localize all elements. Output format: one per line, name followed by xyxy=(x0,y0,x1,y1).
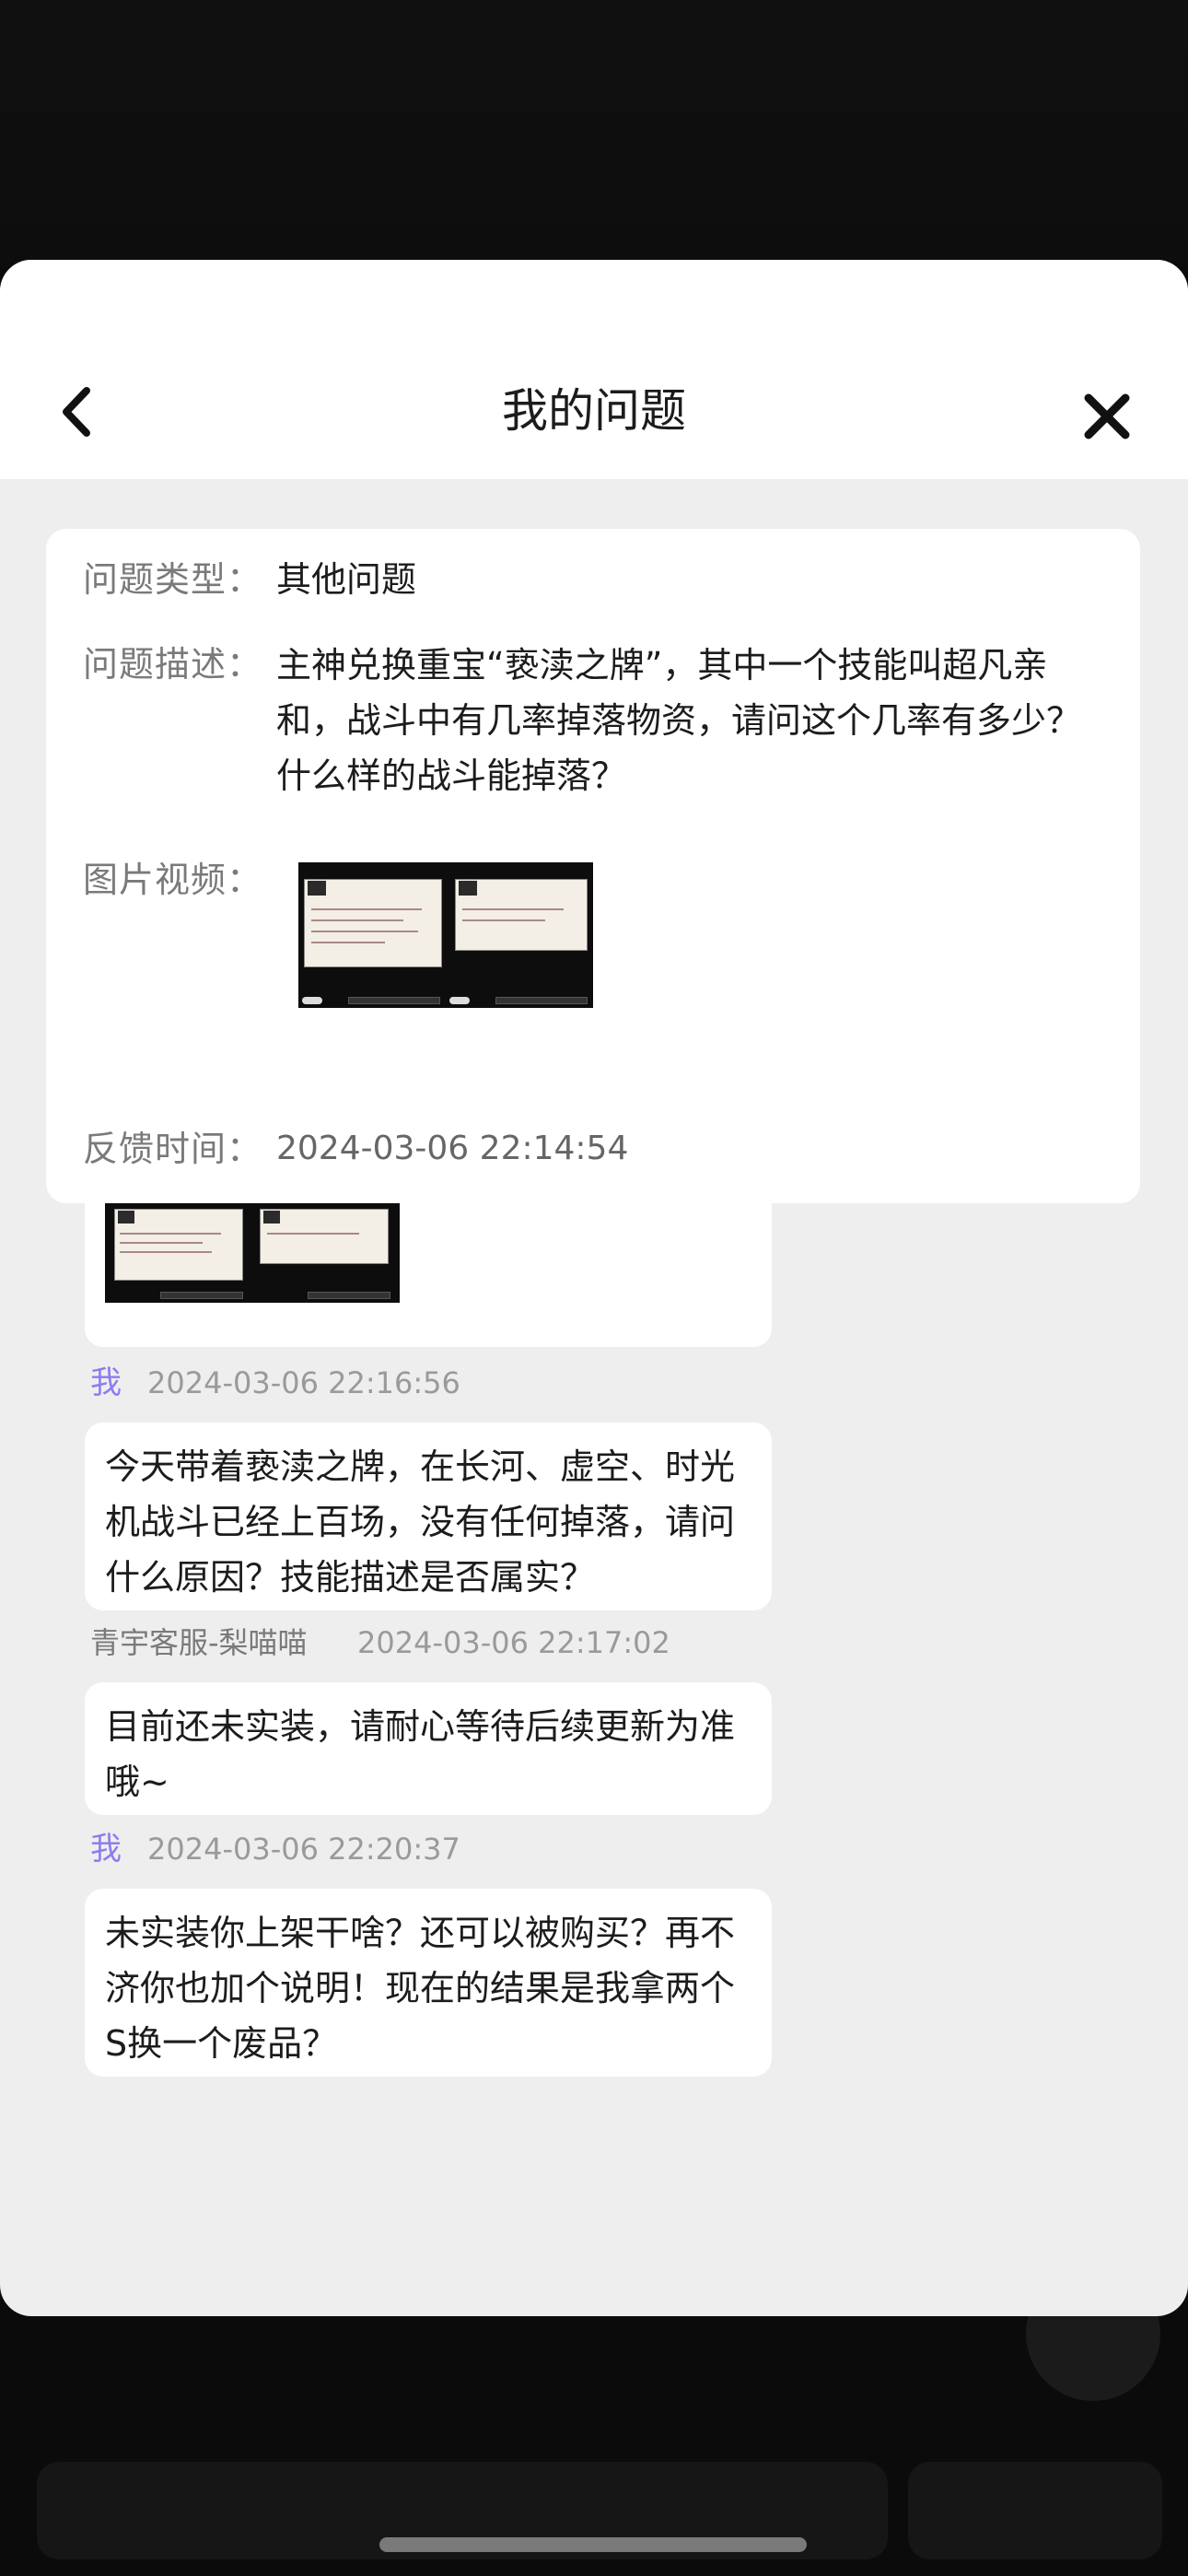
message-sender: 青宇客服-梨喵喵 xyxy=(90,1625,308,1660)
media-thumbnail-small[interactable] xyxy=(105,1196,400,1303)
media-label: 图片视频： xyxy=(83,860,263,900)
message-sender: 我 xyxy=(90,1364,122,1401)
chat-bubble: 今天带着亵渎之牌，在长河、虚空、时光机战斗已经上百场，没有任何掉落，请问什么原因… xyxy=(85,1423,772,1610)
question-desc-value: 主神兑换重宝“亵渎之牌”，其中一个技能叫超凡亲和，战斗中有几率掉落物资，请问这个… xyxy=(276,645,1082,796)
my-question-sheet: 我的问题 问题类型： 其他问题 问题描述： 主神兑换重宝“亵渎之牌”，其中一个技… xyxy=(0,260,1188,2316)
sheet-header: 我的问题 xyxy=(0,260,1188,479)
close-icon xyxy=(1084,393,1130,439)
message-time: 2024-03-06 22:16:56 xyxy=(147,1365,460,1400)
question-type-value: 其他问题 xyxy=(276,559,417,600)
close-button[interactable] xyxy=(1074,383,1140,450)
message-sender: 我 xyxy=(90,1831,122,1868)
message-time: 2024-03-06 22:20:37 xyxy=(147,1832,460,1867)
chat-bubble: 未实装你上架干啥？还可以被购买？再不济你也加个说明！现在的结果是我拿两个S换一个… xyxy=(85,1889,772,2077)
background-send-button xyxy=(908,2462,1162,2559)
background-top xyxy=(0,0,1188,267)
feedback-time-value: 2024-03-06 22:14:54 xyxy=(276,1130,629,1167)
question-desc-label: 问题描述： xyxy=(83,644,263,685)
media-thumbnail[interactable] xyxy=(298,862,593,1008)
home-indicator[interactable] xyxy=(379,2537,807,2552)
question-info-card: 问题类型： 其他问题 问题描述： 主神兑换重宝“亵渎之牌”，其中一个技能叫超凡亲… xyxy=(46,529,1140,1203)
page-title: 我的问题 xyxy=(502,384,686,438)
message-time: 2024-03-06 22:17:02 xyxy=(357,1625,670,1660)
chat-bubble: 目前还未实装，请耐心等待后续更新为准哦~ xyxy=(85,1682,772,1815)
message-text: 目前还未实装，请耐心等待后续更新为准哦~ xyxy=(105,1706,736,1802)
question-type-label: 问题类型： xyxy=(83,559,263,600)
feedback-time-label: 反馈时间： xyxy=(83,1129,263,1169)
message-text: 未实装你上架干啥？还可以被购买？再不济你也加个说明！现在的结果是我拿两个S换一个… xyxy=(105,1913,736,2064)
message-text: 今天带着亵渎之牌，在长河、虚空、时光机战斗已经上百场，没有任何掉落，请问什么原因… xyxy=(105,1446,736,1598)
